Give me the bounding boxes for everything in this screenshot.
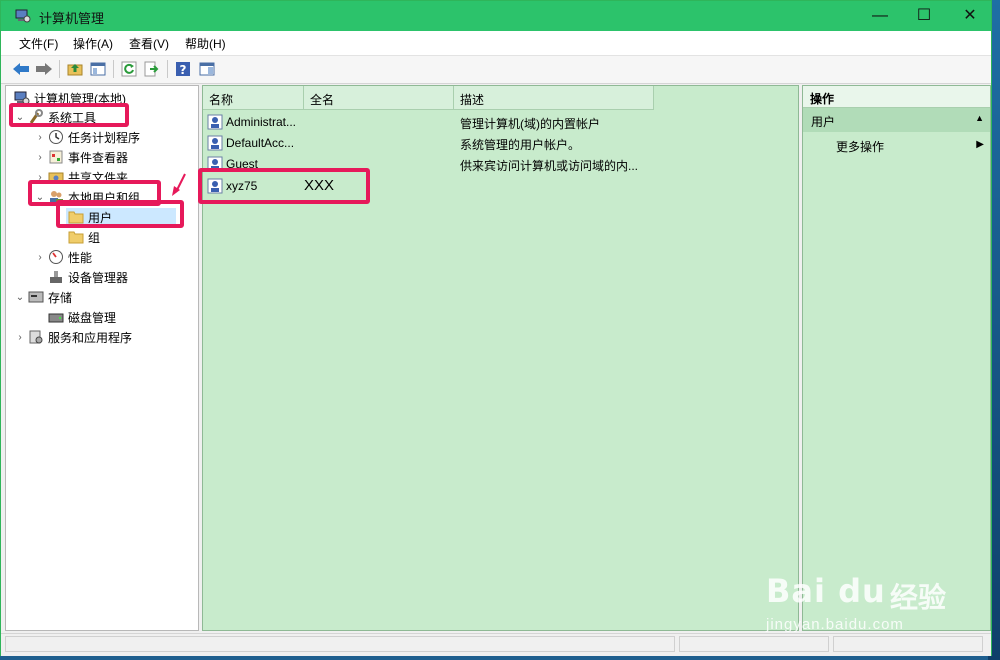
up-folder-icon[interactable] [65, 59, 85, 79]
disk-icon [48, 309, 64, 325]
user-description: 管理计算机(域)的内置帐户 [460, 117, 600, 131]
actions-title: 操作 [803, 86, 990, 108]
chevron-right-icon[interactable]: › [34, 132, 46, 143]
collapse-triangle-icon[interactable]: ▲ [975, 113, 984, 123]
annotation-arrow-icon [172, 173, 186, 196]
window-title: 计算机管理 [39, 11, 105, 26]
column-header-description[interactable]: 描述 [454, 86, 654, 110]
computer-management-app-icon [15, 9, 31, 23]
export-list-icon[interactable] [142, 59, 162, 79]
properties-pane-icon[interactable] [197, 59, 217, 79]
title-bar[interactable]: 计算机管理 — ☐ ✕ [1, 1, 991, 31]
refresh-icon[interactable] [119, 59, 139, 79]
event-viewer-icon [48, 149, 64, 165]
highlight-box-users [56, 200, 184, 228]
tree-item-groups[interactable]: 组 [66, 228, 100, 246]
tree-label: 磁盘管理 [68, 310, 117, 325]
user-name: Administrat... [226, 115, 297, 129]
user-account-icon [207, 135, 223, 151]
forward-arrow-icon[interactable] [34, 59, 54, 79]
toolbar-separator [59, 60, 60, 78]
menu-bar: 文件(F) 操作(A) 查看(V) 帮助(H) [1, 31, 991, 56]
more-actions-item[interactable]: 更多操作 ▶ [803, 136, 990, 156]
tree-item-services-applications[interactable]: › 服务和应用程序 [14, 328, 132, 346]
user-description: 供来宾访问计算机或访问域的内... [460, 159, 639, 173]
tree-item-device-manager[interactable]: 设备管理器 [46, 268, 128, 286]
tree-label: 设备管理器 [68, 270, 129, 285]
tree-label: 事件查看器 [68, 150, 129, 165]
services-icon [28, 329, 44, 345]
maximize-button[interactable]: ☐ [901, 1, 947, 31]
chevron-right-icon[interactable]: › [34, 152, 46, 163]
minimize-button[interactable]: — [857, 1, 903, 31]
performance-gauge-icon [48, 249, 64, 265]
column-header-name[interactable]: 名称 [203, 86, 304, 110]
user-list-pane: 名称 全名 描述 Administrat... 管理计算机(域)的内置帐户 De… [202, 85, 799, 631]
submenu-arrow-icon: ▶ [976, 139, 984, 150]
tree-label: 任务计划程序 [68, 130, 141, 145]
chevron-down-icon[interactable]: ⌄ [14, 292, 26, 303]
status-segment [679, 636, 829, 652]
tree-item-performance[interactable]: › 性能 [34, 248, 92, 266]
tree-label: 组 [88, 230, 101, 245]
tree-label: 服务和应用程序 [48, 330, 133, 345]
back-arrow-icon[interactable] [11, 59, 31, 79]
actions-section-users[interactable]: 用户 ▲ [803, 108, 990, 132]
baidu-watermark: Bai du 经验 jingyan.baidu.com [760, 548, 960, 638]
menu-view[interactable]: 查看(V) [129, 35, 169, 52]
more-actions-label: 更多操作 [836, 140, 885, 154]
help-icon[interactable]: ? [173, 59, 193, 79]
user-description: 系统管理的用户帐户。 [460, 138, 581, 152]
device-manager-icon [48, 269, 64, 285]
status-segment [5, 636, 675, 652]
storage-icon [28, 289, 44, 305]
console-tree: 计算机管理(本地) ⌄ 系统工具 › 任务计划程序 › 事件查看器 › 共享文件… [5, 85, 199, 631]
watermark-url: jingyan.baidu.com [766, 616, 904, 633]
watermark-brand: Bai du [766, 572, 886, 610]
menu-file[interactable]: 文件(F) [19, 35, 58, 52]
tree-label: 性能 [68, 250, 93, 265]
toolbar: ? [1, 56, 991, 84]
tree-item-disk-management[interactable]: 磁盘管理 [46, 308, 116, 326]
show-hide-tree-icon[interactable] [88, 59, 108, 79]
chevron-right-icon[interactable]: › [14, 332, 26, 343]
tree-item-event-viewer[interactable]: › 事件查看器 [34, 148, 128, 166]
toolbar-separator [167, 60, 168, 78]
folder-icon [68, 229, 84, 245]
highlight-box-system-tools [9, 103, 129, 127]
chevron-right-icon[interactable]: › [34, 252, 46, 263]
highlight-box-new-user [198, 168, 370, 204]
tree-item-storage[interactable]: ⌄ 存储 [14, 288, 72, 306]
watermark-cn: 经验 [890, 582, 947, 613]
close-button[interactable]: ✕ [947, 1, 993, 31]
list-item[interactable]: Administrat... 管理计算机(域)的内置帐户 [203, 112, 798, 132]
menu-action[interactable]: 操作(A) [73, 35, 113, 52]
user-name: DefaultAcc... [226, 136, 295, 150]
column-header-fullname[interactable]: 全名 [304, 86, 454, 110]
menu-help[interactable]: 帮助(H) [185, 35, 226, 52]
toolbar-separator [113, 60, 114, 78]
actions-section-label: 用户 [811, 115, 836, 129]
svg-text:?: ? [180, 63, 187, 77]
tree-item-task-scheduler[interactable]: › 任务计划程序 [34, 128, 140, 146]
tree-label: 存储 [48, 290, 73, 305]
clock-icon [48, 129, 64, 145]
list-item[interactable]: DefaultAcc... 系统管理的用户帐户。 [203, 133, 798, 153]
status-segment [833, 636, 983, 652]
user-account-icon [207, 114, 223, 130]
